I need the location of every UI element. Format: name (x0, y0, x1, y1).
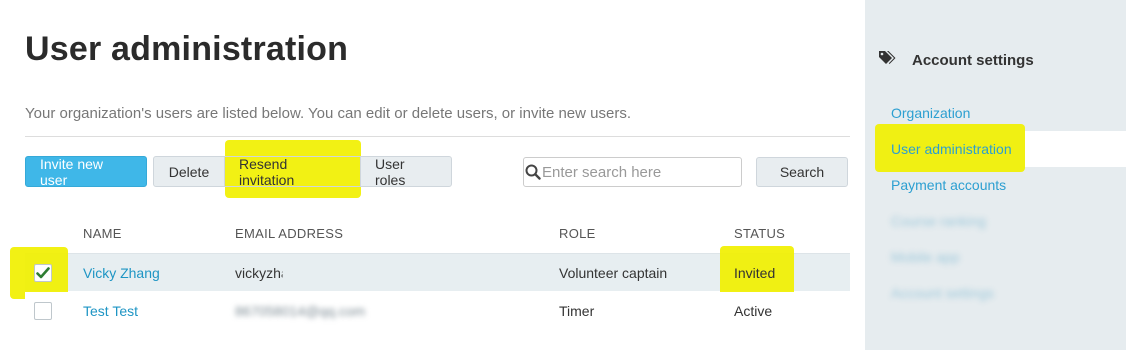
user-name-link[interactable]: Test Test (83, 303, 138, 319)
page-title: User administration (25, 30, 349, 68)
user-email-text: vickyzhang@qq.com (235, 265, 365, 281)
sidebar: Account settings Organization User admin… (865, 0, 1126, 350)
sidebar-header: Account settings (878, 50, 1034, 71)
invite-new-user-button[interactable]: Invite new user (25, 156, 147, 188)
user-status: Invited (734, 265, 776, 281)
row-checkbox[interactable] (34, 264, 52, 282)
sidebar-item-label: Mobile app (891, 249, 960, 265)
sidebar-item-organization[interactable]: Organization (865, 95, 1126, 131)
sidebar-item-course-ranking[interactable]: Course ranking (865, 203, 1126, 239)
column-header-status[interactable]: STATUS (734, 226, 785, 241)
sidebar-item-label: Payment accounts (891, 177, 1007, 193)
delete-button[interactable]: Delete (153, 156, 225, 187)
user-roles-button[interactable]: User roles (360, 156, 452, 188)
user-status: Active (734, 303, 773, 319)
page-subtitle: Your organization's users are listed bel… (25, 105, 631, 122)
row-checkbox[interactable] (34, 302, 52, 320)
user-role: Timer (559, 303, 595, 319)
search-icon (524, 164, 542, 180)
user-email: vickyzhang@qq.com (235, 265, 364, 281)
search-button[interactable]: Search (756, 157, 848, 187)
sidebar-item-label: Account settings (891, 285, 994, 301)
column-header-email[interactable]: EMAIL ADDRESS (235, 226, 343, 241)
user-email: 867058014@qq.com (235, 303, 366, 319)
sidebar-item-label: Organization (891, 105, 971, 121)
column-header-name[interactable]: NAME (83, 226, 122, 241)
table-row[interactable]: Test Test 867058014@qq.com Timer Active (25, 292, 850, 330)
checkmark-icon (36, 267, 50, 279)
toolbar: Invite new user Delete Resend invitation… (25, 156, 452, 188)
search-input[interactable] (542, 158, 741, 186)
user-role: Volunteer captain (559, 265, 668, 281)
sidebar-item-account-settings[interactable]: Account settings (865, 275, 1126, 311)
column-header-role[interactable]: ROLE (559, 226, 596, 241)
sidebar-item-label: User administration (891, 141, 1012, 157)
main-content: User administration Your organization's … (0, 0, 865, 350)
action-button-group: Delete Resend invitation User roles (153, 156, 452, 188)
sidebar-item-payment-accounts[interactable]: Payment accounts (865, 167, 1126, 203)
user-name-link[interactable]: Vicky Zhang (83, 265, 160, 281)
sidebar-item-label: Course ranking (891, 213, 986, 229)
sidebar-title: Account settings (912, 52, 1034, 69)
divider (25, 136, 850, 137)
sidebar-item-user-administration[interactable]: User administration (865, 131, 1126, 167)
resend-invitation-button[interactable]: Resend invitation (224, 156, 361, 188)
tags-icon (878, 50, 896, 71)
search-box (523, 157, 742, 187)
sidebar-item-mobile-app[interactable]: Mobile app (865, 239, 1126, 275)
